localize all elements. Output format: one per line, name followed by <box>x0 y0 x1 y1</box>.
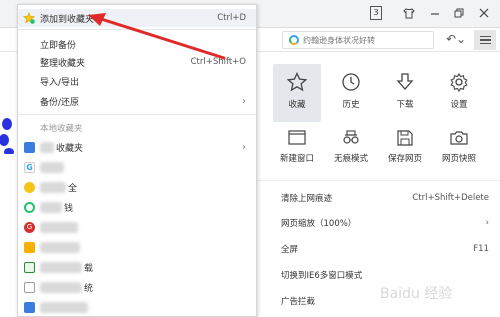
list-item[interactable]: 全 <box>18 178 256 196</box>
favorites-button[interactable]: 收藏 <box>273 64 321 122</box>
backup-now-item[interactable]: 立即备份 <box>18 35 256 53</box>
download-button[interactable]: 下载 <box>381 64 429 122</box>
browser-icon <box>24 202 35 213</box>
clear-traces-shortcut: Ctrl+Shift+Delete <box>412 193 489 203</box>
chevron-right-icon: › <box>485 218 489 228</box>
backup-restore-item[interactable]: 备份/还原 › <box>18 92 256 110</box>
list-item-label: 钱 <box>64 204 74 214</box>
snapshot-label: 网页快照 <box>441 154 476 164</box>
list-item[interactable] <box>18 238 256 256</box>
incognito-button[interactable]: 无痕模式 <box>327 122 375 180</box>
fullscreen-label: 全屏 <box>281 245 299 255</box>
search-input[interactable] <box>303 35 423 45</box>
g-circle-icon: G <box>24 222 35 233</box>
zoom-item[interactable]: 网页缩放（100%） › <box>281 214 500 232</box>
leaf-icon <box>24 262 35 273</box>
list-item[interactable] <box>18 298 256 316</box>
star-add-icon <box>23 12 35 24</box>
shirt-icon[interactable] <box>398 4 420 22</box>
fullscreen-item[interactable]: 全屏 F11 <box>281 240 500 258</box>
list-item[interactable]: 钱 <box>18 198 256 216</box>
list-item[interactable]: G <box>18 218 256 236</box>
tab-count-badge[interactable]: 3 <box>370 6 382 20</box>
browser-menu-panel: 收藏 历史 下载 设置 新建窗口 无痕模式 保存网页 网页快照 清除上网痕迹 C… <box>256 52 500 317</box>
clear-traces-item[interactable]: 清除上网痕迹 Ctrl+Shift+Delete <box>281 189 500 207</box>
save-icon <box>397 130 413 146</box>
import-export-label: 导入/导出 <box>40 77 80 88</box>
import-export-item[interactable]: 导入/导出 <box>18 72 256 90</box>
site-icon <box>24 302 35 313</box>
download-icon <box>396 73 414 90</box>
download-label: 下载 <box>396 100 414 110</box>
chevron-right-icon: › <box>242 141 246 153</box>
list-item-label: 全 <box>68 184 78 194</box>
bookmarks-dropdown: 添加到收藏夹 Ctrl+D 立即备份 整理收藏夹 Ctrl+Shift+O 导入… <box>17 4 257 317</box>
folder-icon <box>24 142 35 153</box>
incognito-label: 无痕模式 <box>333 154 368 164</box>
menu-icon[interactable] <box>474 30 496 50</box>
list-item[interactable]: 收藏夹 › <box>18 138 256 156</box>
close-icon[interactable] <box>473 4 495 22</box>
fullscreen-shortcut: F11 <box>473 244 489 254</box>
window-icon <box>288 130 306 145</box>
site-icon <box>24 182 35 193</box>
list-item[interactable]: 统 <box>18 278 256 296</box>
settings-button[interactable]: 设置 <box>435 64 483 122</box>
list-item-label: 载 <box>84 264 94 274</box>
new-window-button[interactable]: 新建窗口 <box>273 122 321 180</box>
divider <box>257 180 500 181</box>
star-icon <box>287 72 307 92</box>
list-item-label: 收藏夹 <box>56 144 84 154</box>
local-favorites-title: 本地收藏夹 <box>40 124 83 134</box>
favorites-label: 收藏 <box>288 100 306 110</box>
undo-icon[interactable]: ↶⌄ <box>446 32 466 46</box>
folder-icon <box>24 242 35 253</box>
add-to-favorites-item[interactable]: 添加到收藏夹 Ctrl+D <box>18 9 256 27</box>
list-item[interactable]: 载 <box>18 258 256 276</box>
save-page-label: 保存网页 <box>387 154 422 164</box>
divider <box>18 114 256 115</box>
zoom-label: 网页缩放（100%） <box>281 219 357 229</box>
settings-label: 设置 <box>450 100 468 110</box>
add-to-favorites-shortcut: Ctrl+D <box>217 13 246 23</box>
organize-favorites-item[interactable]: 整理收藏夹 Ctrl+Shift+O <box>18 53 256 71</box>
ad-block-label: 广告拦截 <box>281 297 316 307</box>
new-window-label: 新建窗口 <box>279 154 314 164</box>
list-item[interactable]: G <box>18 158 256 176</box>
search-box[interactable] <box>282 31 434 49</box>
search-engine-icon[interactable] <box>289 35 299 45</box>
clock-icon <box>342 73 360 91</box>
watermark: Baidu 经验 <box>380 286 453 302</box>
glasses-icon <box>343 130 359 144</box>
history-button[interactable]: 历史 <box>327 64 375 122</box>
ie6-mode-item[interactable]: 切换到IE6多窗口模式 <box>281 266 500 284</box>
list-item-label: 统 <box>84 284 94 294</box>
divider <box>18 29 256 30</box>
clear-traces-label: 清除上网痕迹 <box>281 194 333 204</box>
backup-now-label: 立即备份 <box>40 40 77 51</box>
chevron-right-icon: › <box>242 95 246 107</box>
organize-favorites-label: 整理收藏夹 <box>40 58 86 69</box>
organize-favorites-shortcut: Ctrl+Shift+O <box>190 57 246 67</box>
snapshot-button[interactable]: 网页快照 <box>435 122 483 180</box>
baidu-paw-icon <box>0 118 14 154</box>
gear-icon <box>450 72 468 92</box>
backup-restore-label: 备份/还原 <box>40 97 80 108</box>
save-page-button[interactable]: 保存网页 <box>381 122 429 180</box>
history-label: 历史 <box>342 100 360 110</box>
ie6-mode-label: 切换到IE6多窗口模式 <box>281 271 363 281</box>
google-icon: G <box>24 162 35 173</box>
page-content <box>0 52 18 317</box>
minimize-icon[interactable] <box>424 4 446 22</box>
add-to-favorites-label: 添加到收藏夹 <box>40 14 95 25</box>
page-icon <box>24 282 35 293</box>
restore-icon[interactable] <box>448 4 470 22</box>
camera-icon <box>450 131 468 145</box>
